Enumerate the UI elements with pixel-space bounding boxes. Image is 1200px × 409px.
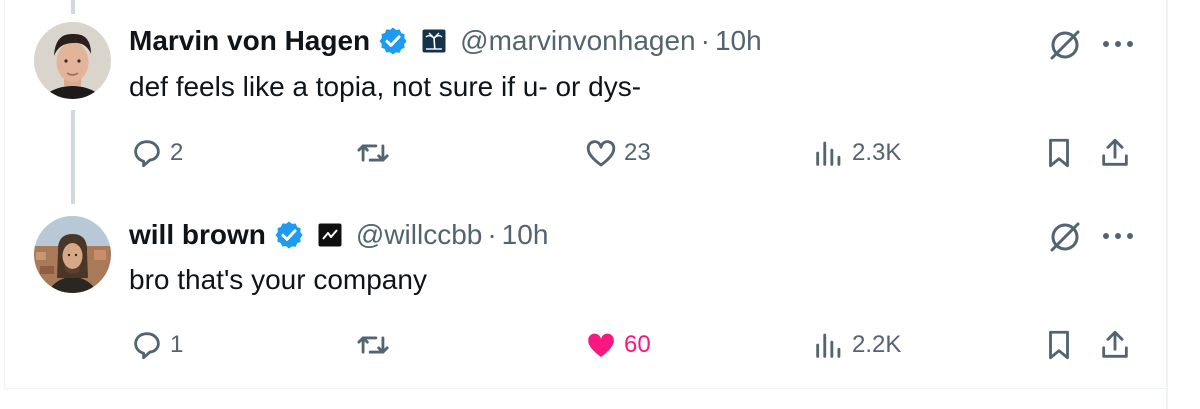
reply-button[interactable]: 2 [130,136,183,170]
avatar[interactable] [34,216,111,293]
repost-button[interactable] [356,136,396,170]
like-button[interactable]: 60 [584,328,651,362]
share-button[interactable] [1098,328,1132,362]
frame-right-border [1166,0,1168,409]
repost-icon [357,144,389,162]
more-options-icon[interactable] [1100,34,1136,54]
author-name[interactable]: will brown [129,218,266,252]
views-count: 2.3K [852,139,902,166]
views-count: 2.2K [852,331,902,358]
tweet[interactable]: will brown @willccbb · 10h bro that's yo… [0,200,1166,388]
share-icon [1102,330,1128,358]
tweet-text: bro that's your company [129,264,427,295]
palm-tree-badge-icon[interactable] [422,29,446,53]
repost-icon [357,336,389,354]
grok-icon[interactable] [1046,26,1084,64]
views-button[interactable]: 2.3K [812,136,901,170]
repost-button[interactable] [356,328,396,362]
bookmark-button[interactable] [1042,328,1076,362]
more-options-icon[interactable] [1100,226,1136,246]
like-count: 23 [624,139,651,166]
views-icon [816,141,841,166]
tweet-text: def feels like a topia, not sure if u- o… [129,71,642,102]
verified-badge-icon[interactable] [274,220,304,250]
tweet-header: Marvin von Hagen @marvinvonhagen · 10h [129,24,762,58]
tweet-header: will brown @willccbb · 10h [129,218,548,252]
share-button[interactable] [1098,136,1132,170]
reply-count: 2 [170,139,184,166]
heart-filled-icon [588,333,614,358]
reply-button[interactable]: 1 [130,328,183,362]
views-icon [816,333,841,358]
timestamp[interactable]: 10h [502,218,549,252]
separator-dot: · [487,219,497,250]
reply-count: 1 [170,331,184,358]
share-icon [1102,138,1128,166]
bookmark-icon [1049,138,1069,168]
bookmark-icon [1049,330,1069,360]
avatar[interactable] [34,22,111,99]
verified-badge-icon[interactable] [378,26,408,56]
author-name[interactable]: Marvin von Hagen [129,24,370,58]
grok-icon[interactable] [1046,218,1084,256]
reply-icon [134,332,160,360]
tweet[interactable]: Marvin von Hagen @marvinvonhagen · 10h d… [0,0,1166,200]
separator-dot: · [700,25,710,56]
zigzag-badge-icon[interactable] [318,223,342,247]
heart-icon [586,140,616,167]
like-count: 60 [624,331,651,358]
author-handle[interactable]: @willccbb [356,218,482,252]
like-button[interactable]: 23 [584,136,651,170]
tweet-divider [4,388,1168,389]
timestamp[interactable]: 10h [715,24,762,58]
reply-icon [134,140,160,168]
author-handle[interactable]: @marvinvonhagen [460,24,695,58]
bookmark-button[interactable] [1042,136,1076,170]
views-button[interactable]: 2.2K [812,328,901,362]
